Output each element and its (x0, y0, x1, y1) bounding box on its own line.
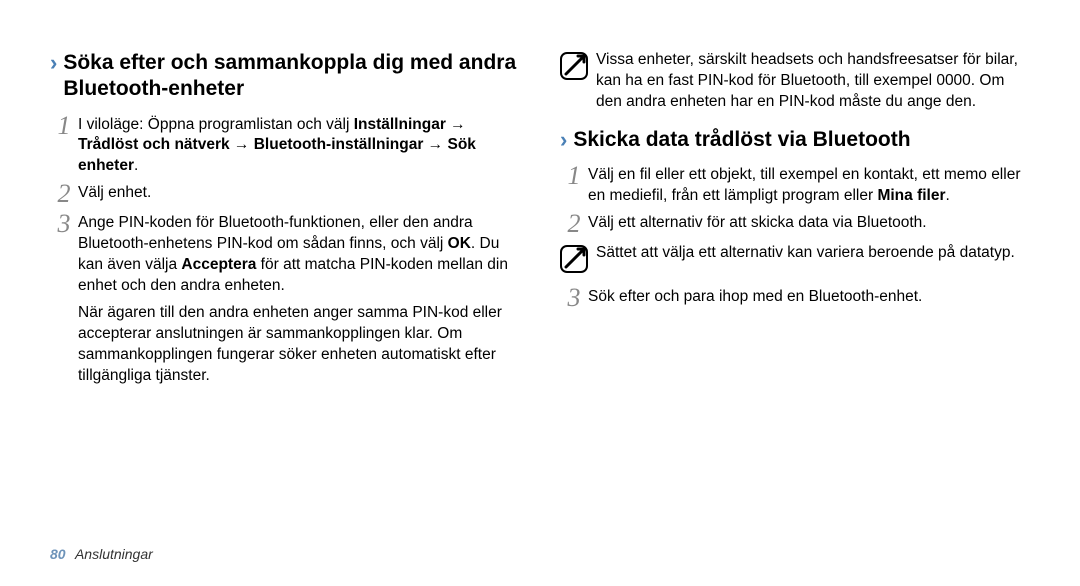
section-heading-search-pair: › Söka efter och sammankoppla dig med an… (50, 50, 520, 103)
step-number: 1 (560, 163, 588, 189)
step-body: Sök efter och para ihop med en Bluetooth… (588, 287, 1030, 308)
footer-section: Anslutningar (75, 546, 153, 562)
heading-text: Söka efter och sammankoppla dig med andr… (63, 50, 520, 103)
step-body: I viloläge: Öppna programlistan och välj… (78, 115, 520, 178)
step-3: 3 Ange PIN-koden för Bluetooth-funktione… (50, 213, 520, 386)
step-body: Välj enhet. (78, 183, 520, 204)
step-3-paragraph-2: När ägaren till den andra enheten anger … (78, 303, 520, 387)
step-body: Välj ett alternativ för att skicka data … (588, 213, 1030, 234)
step-number: 2 (50, 181, 78, 207)
left-column: › Söka efter och sammankoppla dig med an… (50, 50, 520, 393)
chevron-icon: › (560, 127, 567, 153)
note-datatype: Sättet att välja ett alternativ kan vari… (560, 243, 1030, 273)
step-number: 2 (560, 211, 588, 237)
note-pin: Vissa enheter, särskilt headsets och han… (560, 50, 1030, 113)
page-number: 80 (50, 546, 66, 562)
note-icon (560, 52, 588, 80)
chevron-icon: › (50, 50, 57, 76)
step-1: 1 Välj en fil eller ett objekt, till exe… (560, 165, 1030, 207)
step-number: 3 (560, 285, 588, 311)
note-icon (560, 245, 588, 273)
step-2: 2 Välj ett alternativ för att skicka dat… (560, 213, 1030, 237)
step-3: 3 Sök efter och para ihop med en Bluetoo… (560, 287, 1030, 311)
section-heading-send-data: › Skicka data trådlöst via Bluetooth (560, 127, 1030, 153)
step-body: Ange PIN-koden för Bluetooth-funktionen,… (78, 213, 520, 386)
step-body: Välj en fil eller ett objekt, till exemp… (588, 165, 1030, 207)
step-number: 3 (50, 211, 78, 237)
right-column: Vissa enheter, särskilt headsets och han… (560, 50, 1030, 393)
page-footer: 80 Anslutningar (50, 546, 153, 562)
note-body: Sättet att välja ett alternativ kan vari… (596, 243, 1030, 264)
note-body: Vissa enheter, särskilt headsets och han… (596, 50, 1030, 113)
step-2: 2 Välj enhet. (50, 183, 520, 207)
step-1: 1 I viloläge: Öppna programlistan och vä… (50, 115, 520, 178)
step-number: 1 (50, 113, 78, 139)
heading-text: Skicka data trådlöst via Bluetooth (573, 127, 910, 153)
